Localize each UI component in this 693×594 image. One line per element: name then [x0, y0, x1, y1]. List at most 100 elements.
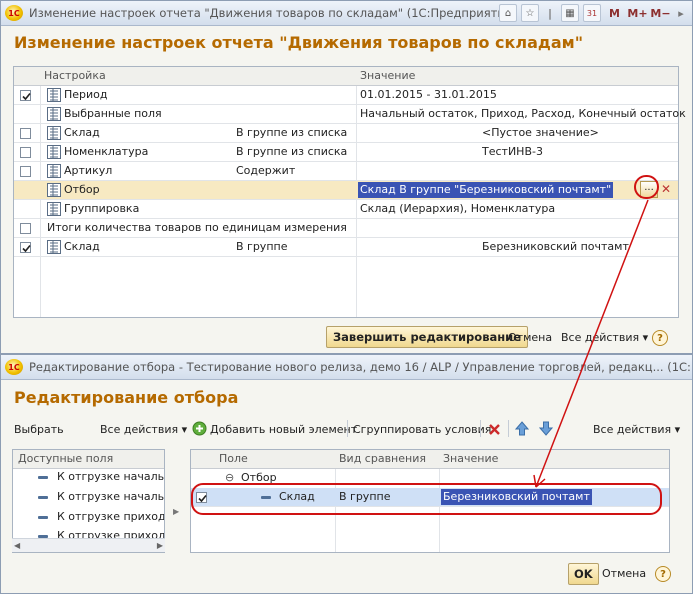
all-actions-menu[interactable]: Все действия ▾ — [561, 331, 648, 344]
home-icon[interactable]: ⌂ — [499, 4, 517, 22]
table-row[interactable]: Итоги количества товаров по единицам изм… — [14, 219, 678, 238]
available-field-item[interactable]: К отгрузке начальны — [57, 470, 164, 483]
column-header-value: Значение — [443, 452, 499, 465]
add-new-element-button[interactable]: Добавить новый элемент — [210, 423, 357, 436]
1c-logo-icon: 1С — [5, 5, 23, 21]
memory-plus-button[interactable]: M+ — [627, 4, 647, 22]
group-conditions-button[interactable]: Сгруппировать условия — [353, 423, 491, 436]
cancel-button[interactable]: Отмена — [602, 567, 646, 580]
setting-value: Начальный остаток, Приход, Расход, Конеч… — [360, 107, 686, 120]
horizontal-scrollbar[interactable]: ◀ ▶ — [12, 538, 165, 552]
ok-button[interactable]: OK — [568, 563, 599, 585]
window2-title: Редактирование отбора - Тестирование нов… — [29, 360, 692, 374]
setting-value: Склад (Иерархия), Номенклатура — [360, 202, 556, 215]
table-row[interactable]: Номенклатура В группе из списка ТестИНВ-… — [14, 143, 678, 162]
setting-name: Период — [64, 88, 108, 101]
field-icon — [47, 202, 61, 216]
help-icon[interactable]: ? — [655, 566, 671, 582]
annotation-highlight — [634, 175, 659, 199]
setting-condition: Содержит — [236, 164, 296, 177]
column-header-value: Значение — [360, 69, 416, 82]
setting-condition: В группе из списка — [236, 145, 348, 158]
row-checkbox[interactable] — [20, 90, 31, 101]
row-checkbox[interactable] — [20, 128, 31, 139]
table-row[interactable]: Артикул Содержит — [14, 162, 678, 181]
star-icon[interactable]: ☆ — [521, 4, 539, 22]
row-checkbox[interactable] — [20, 147, 31, 158]
setting-name: Выбранные поля — [64, 107, 162, 120]
field-dash-icon — [38, 496, 48, 499]
window1-heading: Изменение настроек отчета "Движения това… — [14, 33, 584, 52]
available-field-item[interactable]: К отгрузке начальны — [57, 490, 164, 503]
setting-value: Березниковский почтамт — [482, 240, 629, 253]
field-icon — [47, 88, 61, 102]
setting-name: Отбор — [64, 183, 100, 196]
row-checkbox[interactable] — [20, 223, 31, 234]
toolbar-separator — [347, 420, 348, 437]
settings-table: Настройка Значение Период 01.01.2015 - 3… — [13, 66, 686, 318]
column-header-field: Поле — [219, 452, 248, 465]
1c-logo-icon: 1С — [5, 359, 23, 375]
table-row[interactable]: Выбранные поля Начальный остаток, Приход… — [14, 105, 686, 124]
annotation-highlight — [191, 483, 662, 515]
table-row[interactable]: Склад В группе из списка <Пустое значени… — [14, 124, 678, 143]
available-fields-header: Доступные поля — [13, 450, 164, 469]
setting-value: ТестИНВ-3 — [482, 145, 543, 158]
calendar-icon[interactable]: 31 — [583, 4, 601, 22]
setting-condition: В группе из списка — [236, 126, 348, 139]
table-row[interactable]: Склад В группе Березниковский почтамт — [14, 238, 678, 257]
right-all-actions-menu[interactable]: Все действия ▾ — [593, 423, 680, 436]
column-header-comparison: Вид сравнения — [339, 452, 426, 465]
field-icon — [47, 145, 61, 159]
filter-table-header: Поле Вид сравнения Значение — [191, 450, 669, 469]
setting-name: Артикул — [64, 164, 113, 177]
row-checkbox[interactable] — [20, 166, 31, 177]
setting-name: Номенклатура — [64, 145, 149, 158]
cancel-button[interactable]: Отмена — [508, 331, 552, 344]
row-checkbox[interactable] — [20, 242, 31, 253]
field-icon — [47, 107, 61, 121]
memory-m-button[interactable]: M — [605, 4, 624, 22]
table-row[interactable]: Период 01.01.2015 - 31.01.2015 — [14, 86, 678, 105]
window2-heading: Редактирование отбора — [14, 388, 239, 407]
toolbar-separator — [508, 420, 509, 437]
overflow-icon[interactable]: ▸ — [674, 4, 688, 22]
field-icon — [47, 164, 61, 178]
field-dash-icon — [38, 476, 48, 479]
clear-icon[interactable]: ✕ — [661, 182, 671, 196]
window1-titlebar[interactable]: 1С Изменение настроек отчета "Движения т… — [1, 1, 692, 26]
setting-value: <Пустое значение> — [482, 126, 599, 139]
setting-name: Группировка — [64, 202, 140, 215]
window1-title: Изменение настроек отчета "Движения това… — [29, 6, 517, 20]
field-icon — [47, 240, 61, 254]
calculator-icon[interactable]: ▦ — [561, 4, 579, 22]
filter-value-field[interactable]: Склад В группе "Березниковский почтамт" — [358, 182, 614, 198]
setting-condition: В группе — [236, 240, 288, 253]
toolbar-separator — [480, 420, 481, 437]
settings-table-header: Настройка Значение — [14, 67, 678, 86]
move-down-icon[interactable] — [539, 421, 553, 436]
select-button[interactable]: Выбрать — [14, 423, 64, 436]
setting-name: Склад — [64, 126, 100, 139]
field-icon — [47, 183, 61, 197]
finish-editing-button[interactable]: Завершить редактирование — [326, 326, 529, 348]
help-icon[interactable]: ? — [652, 330, 668, 346]
add-icon[interactable] — [192, 421, 207, 436]
column-header-setting: Настройка — [44, 69, 106, 82]
move-up-icon[interactable] — [515, 421, 529, 436]
available-field-item[interactable]: К отгрузке приход — [57, 510, 164, 523]
table-row[interactable]: Группировка Склад (Иерархия), Номенклату… — [14, 200, 678, 219]
available-fields-header-label: Доступные поля — [18, 452, 114, 465]
field-dash-icon — [38, 516, 48, 519]
pane-splitter[interactable]: ▶ — [173, 449, 182, 553]
separator-icon: | — [547, 6, 553, 20]
setting-name: Итоги количества товаров по единицам изм… — [47, 221, 347, 234]
window2-titlebar[interactable]: 1С Редактирование отбора - Тестирование … — [1, 355, 692, 380]
left-all-actions-menu[interactable]: Все действия ▾ — [100, 423, 187, 436]
delete-icon[interactable] — [488, 423, 501, 436]
table-row-selected[interactable]: Отбор Склад В группе "Березниковский поч… — [14, 181, 678, 200]
field-icon — [47, 126, 61, 140]
setting-name: Склад — [64, 240, 100, 253]
memory-minus-button[interactable]: M− — [650, 4, 670, 22]
setting-value: 01.01.2015 - 31.01.2015 — [360, 88, 497, 101]
